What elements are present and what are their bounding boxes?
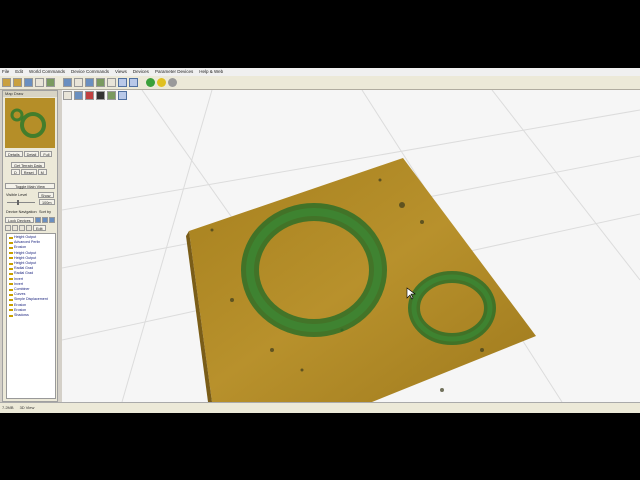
d-button[interactable]: D [11,169,20,175]
view-status: 3D View [19,405,35,410]
menu-parameter-devices[interactable]: Parameter Devices [155,68,193,76]
device-icon [9,288,13,291]
scale-field[interactable]: 100m [39,199,55,205]
device-icon [9,314,13,317]
application-window: File Edit World Commands Device Commands… [0,68,640,413]
3d-view-icon[interactable] [118,78,127,87]
3d-viewport[interactable] [62,90,640,402]
menu-edit[interactable]: Edit [15,68,23,76]
menu-device-commands[interactable]: Device Commands [71,68,109,76]
device-icon [9,267,13,270]
nav-down-icon[interactable] [26,225,32,231]
device-icon [9,241,13,244]
world-icon[interactable] [85,78,94,87]
visible-level-label: Visible Level [6,193,28,197]
menu-bar: File Edit World Commands Device Commands… [0,68,640,76]
level-slider[interactable] [7,202,35,203]
list-item[interactable]: Shadows [9,313,55,318]
2d-view-icon[interactable] [129,78,138,87]
yellow-ball-icon[interactable] [157,78,166,87]
sort-label: Sort by [39,210,52,214]
device-icon [9,304,13,307]
map-draw-panel: Map Draw Details Detail Full Get Terrain… [2,90,58,402]
device-icon[interactable] [63,78,72,87]
menu-world-commands[interactable]: World Commands [29,68,65,76]
device-icon [9,293,13,296]
detail-button[interactable]: Detail [23,151,40,157]
build-icon[interactable] [46,78,55,87]
menu-views[interactable]: Views [115,68,127,76]
sort-icon-c[interactable] [48,217,55,223]
layout-icon[interactable] [107,78,116,87]
wireframe-icon[interactable] [96,91,105,100]
green-ball-icon[interactable] [146,78,155,87]
reset-button[interactable]: Reset [20,169,37,175]
device-icon [9,283,13,286]
texture-icon[interactable] [107,91,116,100]
m-button[interactable]: M [37,169,47,175]
device-icon [9,257,13,260]
status-bar: 7.2MB 3D View [0,402,640,413]
menu-help-web[interactable]: Help & Web [199,68,223,76]
viewport-toolbar [62,90,128,101]
terrain-3d-view[interactable] [62,90,640,402]
device-icon [9,273,13,276]
record-icon[interactable] [85,91,94,100]
save-icon[interactable] [24,78,33,87]
print-icon[interactable] [35,78,44,87]
nav-forward-icon[interactable] [12,225,18,231]
device-tree[interactable]: Height Output Advanced Perlin Erosion He… [6,233,56,399]
sort-icon-a[interactable] [34,217,41,223]
grid-icon[interactable] [96,78,105,87]
nav-back-icon[interactable] [5,225,11,231]
show-button[interactable]: Show [38,192,54,198]
nav-up-icon[interactable] [19,225,25,231]
open-folder-icon[interactable] [13,78,22,87]
device-navigation-label: Device Navigation [6,210,37,214]
device-icon [9,252,13,255]
edit-button[interactable]: Edit [33,225,46,231]
memory-status: 7.2MB [2,405,14,410]
camera-icon[interactable] [63,91,72,100]
device-icon [9,262,13,265]
menu-devices[interactable]: Devices [133,68,149,76]
panel-title: Map Draw [3,91,57,97]
device-icon [9,278,13,281]
screenshot-icon[interactable] [74,91,83,100]
terrain-preview-image [5,98,55,148]
toggle-main-view-button[interactable]: Toggle Main View [5,183,55,189]
main-toolbar [0,76,640,90]
full-button[interactable]: Full [40,151,53,157]
details-button[interactable]: Details [5,151,23,157]
view-buttons: Details Detail Full [5,151,53,157]
sort-icon-b[interactable] [41,217,48,223]
device-icon [9,299,13,302]
gray-ball-icon[interactable] [168,78,177,87]
device-icon [9,247,13,249]
lock-devices-button[interactable]: Lock Devices [5,217,34,223]
device-icon [9,309,13,312]
terrain-mesh [189,158,536,402]
get-terrain-data-button[interactable]: Get Terrain Data [11,162,45,168]
device-icon [9,236,13,239]
menu-file[interactable]: File [2,68,9,76]
terrain-preview[interactable] [5,98,55,148]
level-slider-thumb[interactable] [17,200,19,205]
lighting-icon[interactable] [118,91,127,100]
copy-icon[interactable] [74,78,83,87]
new-file-icon[interactable] [2,78,11,87]
